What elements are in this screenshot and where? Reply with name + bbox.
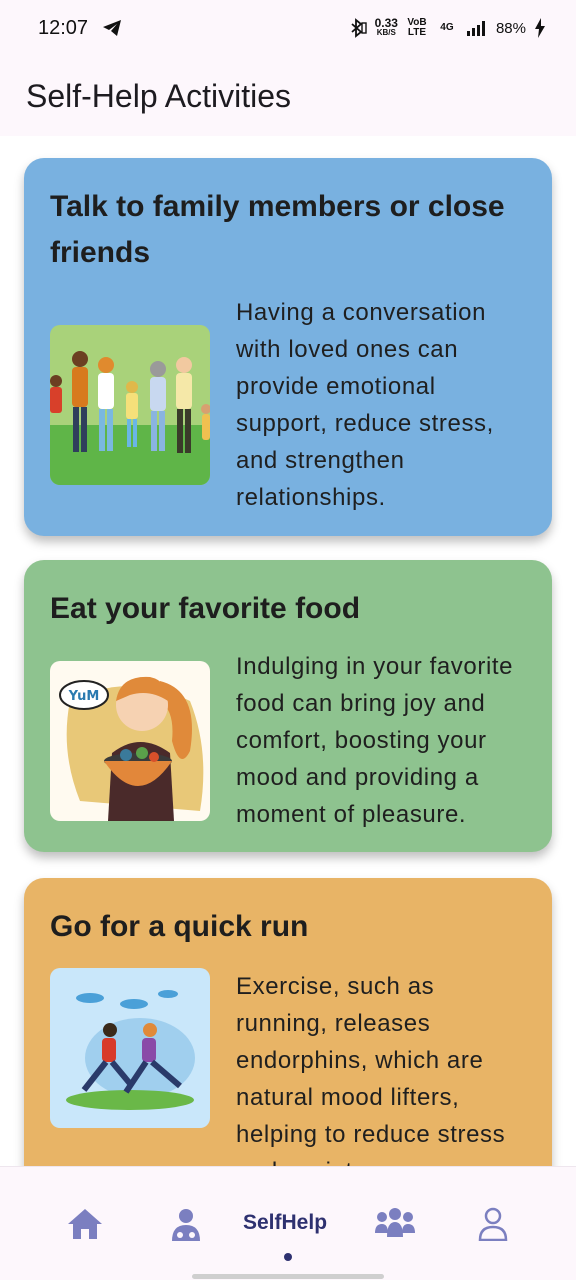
app-bar: Self-Help Activities: [0, 56, 576, 136]
battery-percent: 88%: [495, 19, 526, 37]
page-title: Self-Help Activities: [26, 77, 291, 114]
card-description: Having a conversation with loved ones ca…: [236, 299, 494, 511]
activity-card-food[interactable]: Eat your favorite food YuM Indulging in …: [24, 560, 552, 852]
network-speed: 0.33 KB/S: [374, 16, 398, 37]
home-icon: [68, 1209, 102, 1239]
charging-icon: [535, 18, 545, 38]
activity-list[interactable]: Talk to family members or close friends: [0, 136, 576, 1166]
active-indicator: [284, 1253, 292, 1261]
family-image: [50, 325, 210, 485]
person-icon: [478, 1207, 508, 1241]
bluetooth-icon: [351, 18, 367, 38]
gesture-bar[interactable]: [192, 1274, 384, 1279]
card-title: Eat your favorite food: [50, 592, 361, 625]
card-description: Exercise, such as running, releases endo…: [236, 973, 506, 1166]
activity-card-run[interactable]: Go for a quick run Exercise, such as run…: [24, 878, 552, 1166]
telegram-icon: [103, 20, 122, 36]
card-title: Go for a quick run: [50, 910, 309, 943]
nav-community[interactable]: [374, 1207, 416, 1237]
status-time: 12:07: [38, 16, 89, 39]
yum-text: YuM: [68, 689, 100, 704]
volte-indicator: VoB LTE: [407, 17, 427, 38]
network-type: 4G: [440, 22, 454, 33]
nav-home[interactable]: [66, 1207, 104, 1241]
nav-selfhelp[interactable]: SelfHelp: [243, 1211, 327, 1235]
food-image: YuM: [50, 660, 210, 821]
group-icon: [375, 1208, 415, 1237]
run-image: [50, 968, 210, 1128]
status-bar: 12:07 0.33 KB/S VoB LTE 4G 88%: [0, 0, 576, 56]
card-description: Indulging in your favorite food can brin…: [236, 653, 514, 828]
bottom-navigation: SelfHelp: [0, 1166, 576, 1280]
card-title: Talk to family members or close friends: [50, 190, 505, 269]
nav-profile[interactable]: [478, 1207, 508, 1241]
signal-icon: [466, 21, 485, 36]
activity-card-family[interactable]: Talk to family members or close friends: [24, 158, 552, 536]
doctor-icon: [172, 1209, 200, 1241]
nav-doctor[interactable]: [170, 1207, 202, 1241]
nav-selfhelp-label: SelfHelp: [243, 1211, 328, 1234]
